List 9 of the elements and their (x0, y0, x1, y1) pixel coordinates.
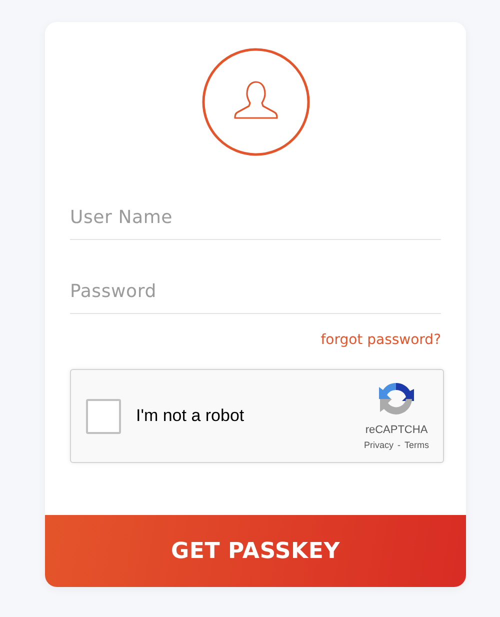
get-passkey-button[interactable]: GET PASSKEY (45, 515, 466, 587)
user-icon (202, 48, 310, 156)
recaptcha-brand: reCAPTCHA (365, 423, 428, 438)
captcha-checkbox[interactable] (86, 398, 121, 434)
privacy-link[interactable]: Privacy (364, 438, 394, 452)
link-separator: - (398, 438, 400, 452)
forgot-password-link[interactable]: forgot password? (320, 330, 441, 351)
captcha-label: I'm not a robot (136, 405, 244, 428)
terms-link[interactable]: Terms (404, 438, 429, 452)
